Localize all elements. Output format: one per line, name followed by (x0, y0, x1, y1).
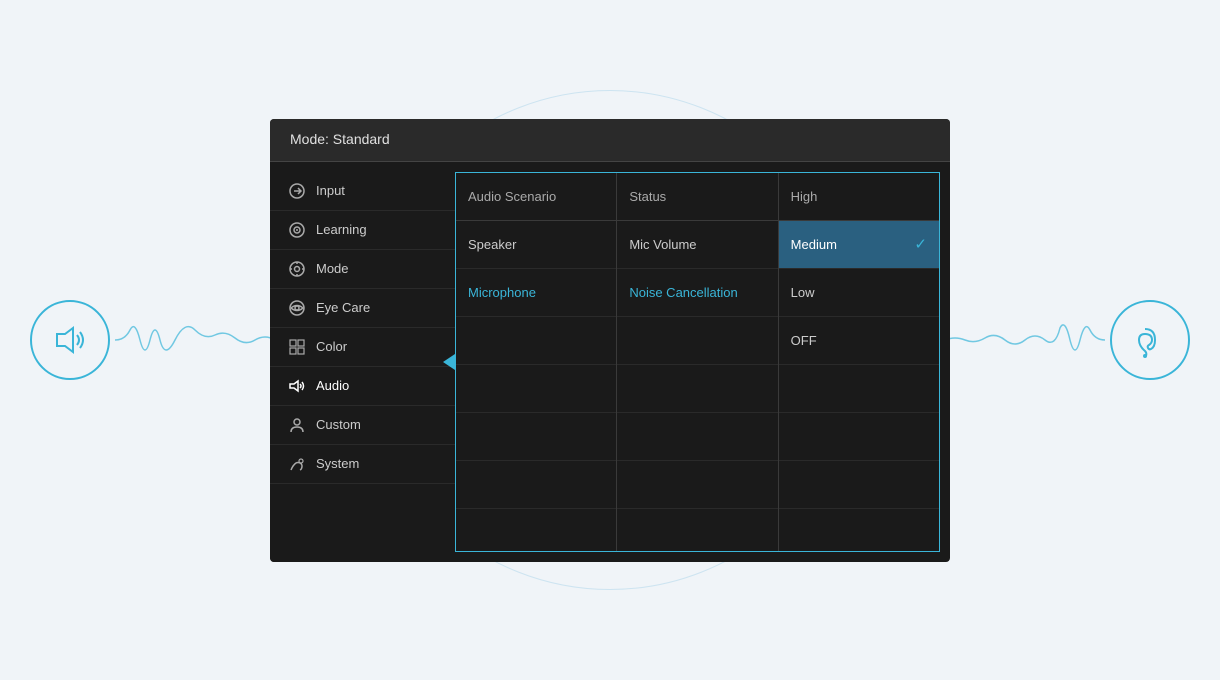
sidebar-item-mode[interactable]: Mode (270, 250, 455, 289)
col3-item-off[interactable]: OFF (779, 317, 939, 365)
col1-item-5 (456, 413, 616, 461)
col2-item-5 (617, 413, 777, 461)
sidebar-item-input[interactable]: Input (270, 172, 455, 211)
audio-icon (288, 377, 306, 395)
ear-icon (1131, 321, 1169, 359)
wave-left (115, 310, 275, 370)
mode-label: Mode: Standard (290, 131, 390, 147)
wave-right (945, 310, 1105, 370)
sidebar-item-system[interactable]: System (270, 445, 455, 484)
col1-header: Audio Scenario (456, 173, 616, 221)
sidebar-item-learning-label: Learning (316, 222, 367, 237)
sidebar-item-learning[interactable]: Learning (270, 211, 455, 250)
custom-icon (288, 416, 306, 434)
col2-item-mic-volume-label: Mic Volume (629, 237, 696, 252)
col3-item-medium[interactable]: Medium ✓ (779, 221, 939, 269)
col-audio-scenario: Audio Scenario Speaker Microphone (456, 173, 617, 551)
col3-item-4 (779, 365, 939, 413)
col2-item-noise-cancellation-label: Noise Cancellation (629, 285, 737, 300)
speaker-icon (51, 321, 89, 359)
sidebar-item-eye-care-label: Eye Care (316, 300, 370, 315)
sidebar-item-custom-label: Custom (316, 417, 361, 432)
input-icon (288, 182, 306, 200)
sidebar-item-input-label: Input (316, 183, 345, 198)
mode-icon (288, 260, 306, 278)
col2-item-noise-cancellation[interactable]: Noise Cancellation (617, 269, 777, 317)
col2-item-6 (617, 461, 777, 509)
sidebar-item-audio[interactable]: Audio (270, 367, 455, 406)
sidebar-item-eye-care[interactable]: Eye Care (270, 289, 455, 328)
sidebar-item-custom[interactable]: Custom (270, 406, 455, 445)
sidebar-item-color[interactable]: Color (270, 328, 455, 367)
sidebar-item-color-label: Color (316, 339, 347, 354)
col3-item-off-label: OFF (791, 333, 817, 348)
col1-item-microphone[interactable]: Microphone (456, 269, 616, 317)
col3-item-medium-label: Medium (791, 237, 837, 252)
col3-item-6 (779, 461, 939, 509)
panel-header: Mode: Standard (270, 119, 950, 162)
color-icon (288, 338, 306, 356)
col1-item-microphone-label: Microphone (468, 285, 536, 300)
col2-header-text: Status (629, 189, 666, 204)
ear-circle (1110, 300, 1190, 380)
col3-item-5 (779, 413, 939, 461)
col-options: High Medium ✓ Low OFF (779, 173, 939, 551)
col3-header: High (779, 173, 939, 221)
content-area: Audio Scenario Speaker Microphone Status (455, 172, 940, 552)
sidebar: Input Learning Mode (270, 162, 455, 562)
sidebar-item-system-label: System (316, 456, 359, 471)
checkmark-icon: ✓ (914, 235, 927, 253)
system-icon (288, 455, 306, 473)
col1-item-speaker[interactable]: Speaker (456, 221, 616, 269)
sidebar-item-audio-label: Audio (316, 378, 349, 393)
speaker-icon-wrap (30, 300, 110, 380)
col1-item-speaker-label: Speaker (468, 237, 516, 252)
ear-icon-wrap (1110, 300, 1190, 380)
col1-item-6 (456, 461, 616, 509)
col2-header: Status (617, 173, 777, 221)
main-panel: Mode: Standard Input Learning (270, 119, 950, 562)
panel-body: Input Learning Mode (270, 162, 950, 562)
col1-item-3 (456, 317, 616, 365)
col2-item-4 (617, 365, 777, 413)
col2-item-3 (617, 317, 777, 365)
col1-item-4 (456, 365, 616, 413)
sidebar-item-mode-label: Mode (316, 261, 349, 276)
col2-item-mic-volume[interactable]: Mic Volume (617, 221, 777, 269)
eye-care-icon (288, 299, 306, 317)
col1-header-text: Audio Scenario (468, 189, 556, 204)
speaker-circle (30, 300, 110, 380)
col3-item-low[interactable]: Low (779, 269, 939, 317)
col-status: Status Mic Volume Noise Cancellation (617, 173, 778, 551)
col3-header-text: High (791, 189, 818, 204)
learning-icon (288, 221, 306, 239)
col3-item-low-label: Low (791, 285, 815, 300)
arrow-left-indicator (443, 354, 455, 370)
